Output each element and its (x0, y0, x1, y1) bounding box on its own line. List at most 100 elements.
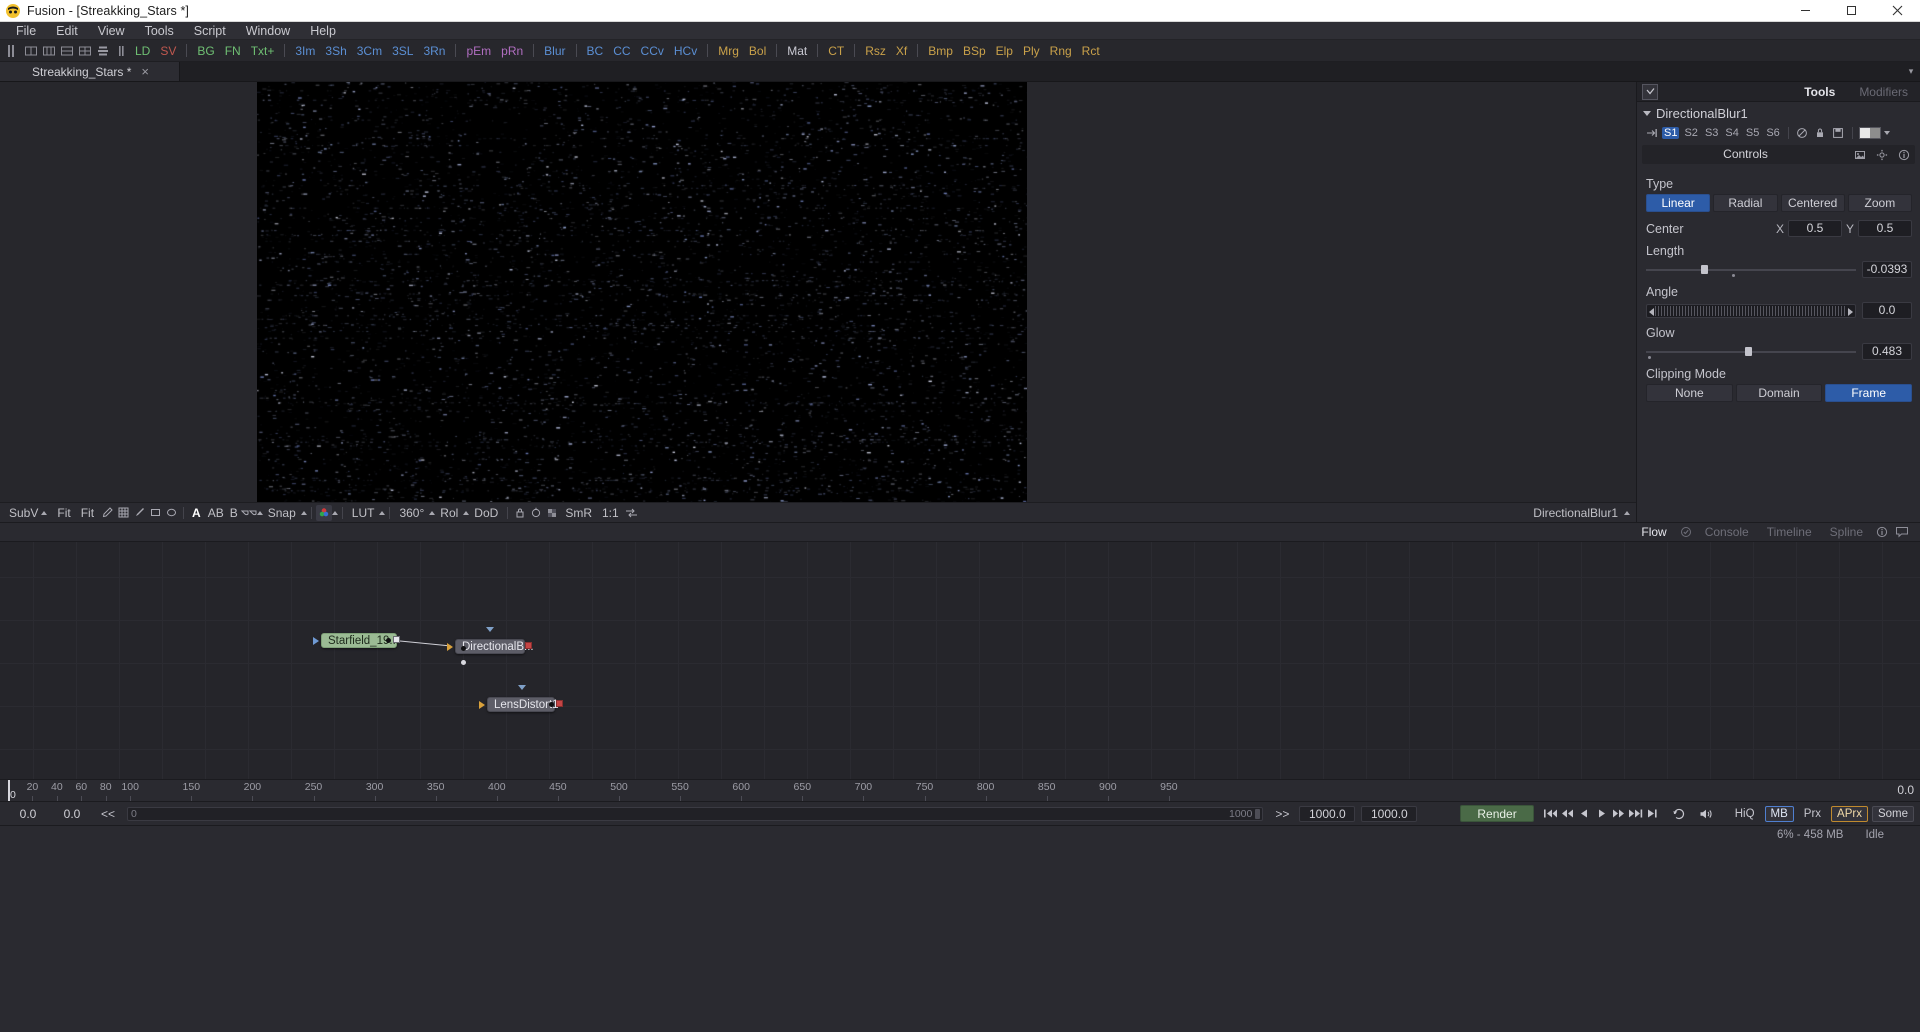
rect-mask-icon[interactable] (147, 505, 163, 521)
tab-modifiers[interactable]: Modifiers (1847, 82, 1920, 102)
next-keyframe-button[interactable]: >> (1268, 807, 1296, 821)
length-input[interactable]: -0.0393 (1862, 261, 1912, 278)
chevron-down-icon[interactable]: ▾ (1902, 62, 1920, 81)
maximize-icon[interactable] (1828, 0, 1874, 22)
fit-right-button[interactable]: Fit (76, 503, 99, 523)
ratio-button[interactable]: 1:1 (597, 503, 624, 523)
tool-button-bol[interactable]: Bol (744, 42, 771, 60)
tool-button-3im[interactable]: 3Im (290, 42, 320, 60)
center-y-input[interactable]: 0.5 (1858, 220, 1912, 237)
chevron-up-icon[interactable] (300, 510, 307, 515)
node-output-square[interactable] (393, 636, 400, 643)
save-icon[interactable] (1831, 125, 1846, 140)
tool-button-pem[interactable]: pEm (461, 42, 496, 60)
speaker-icon[interactable] (1698, 805, 1715, 823)
slider-handle[interactable] (1744, 347, 1752, 356)
tool-button-sv[interactable]: SV (155, 42, 181, 60)
menu-view[interactable]: View (88, 22, 135, 40)
deg360-button[interactable]: 360° (394, 503, 429, 523)
tool-button-bsp[interactable]: BSp (958, 42, 991, 60)
settings-image-icon[interactable] (1849, 149, 1871, 161)
menu-file[interactable]: File (6, 22, 46, 40)
tool-button-rct[interactable]: Rct (1077, 42, 1105, 60)
menu-window[interactable]: Window (236, 22, 300, 40)
tab-controls[interactable]: Controls (1642, 145, 1849, 164)
angle-input[interactable]: 0.0 (1862, 302, 1912, 319)
node-output-square[interactable] (525, 642, 532, 649)
glow-input[interactable]: 0.483 (1862, 343, 1912, 360)
node-color-chip[interactable] (1858, 126, 1881, 139)
tab-flow[interactable]: Flow (1632, 522, 1675, 542)
stereo-glasses-icon[interactable] (240, 505, 257, 521)
info-icon[interactable] (1893, 149, 1915, 161)
tool-button-cc[interactable]: CC (608, 42, 635, 60)
tool-button-blur[interactable]: Blur (539, 42, 570, 60)
console-check-icon[interactable] (1676, 526, 1696, 538)
split-q-icon[interactable] (76, 42, 94, 60)
menu-edit[interactable]: Edit (46, 22, 88, 40)
tool-button-ply[interactable]: Ply (1018, 42, 1045, 60)
starfield-image[interactable] (257, 82, 1027, 502)
state-button-s4[interactable]: S4 (1723, 127, 1740, 139)
rewind-icon[interactable] (1559, 805, 1576, 823)
lock-icon[interactable] (512, 505, 528, 521)
brush-icon[interactable] (131, 505, 147, 521)
tool-button-ld[interactable]: LD (130, 42, 155, 60)
minimize-icon[interactable] (1782, 0, 1828, 22)
length-slider[interactable] (1646, 261, 1856, 278)
in-point-value[interactable]: 0.0 (6, 807, 50, 821)
tool-button-fn[interactable]: FN (220, 42, 246, 60)
node-view-triangle[interactable] (518, 685, 526, 690)
subview-button[interactable]: SubV (4, 503, 52, 523)
glow-slider[interactable] (1646, 343, 1856, 360)
tool-button-3sl[interactable]: 3SL (387, 42, 418, 60)
hiq-toggle[interactable]: HiQ (1729, 806, 1761, 822)
type-option-radial[interactable]: Radial (1713, 194, 1778, 212)
timeline-ruler[interactable]: 0 0.0 20 40 60 80 100 150 200 250 300 350 400 450 50… (0, 780, 1920, 802)
tab-spline[interactable]: Spline (1821, 522, 1872, 542)
chevron-right-icon[interactable] (1848, 307, 1853, 316)
buffer-ab-button[interactable]: AB (205, 503, 227, 523)
chevron-down-icon[interactable] (1643, 111, 1651, 116)
prx-toggle[interactable]: Prx (1798, 806, 1827, 822)
clipping-option-none[interactable]: None (1646, 384, 1733, 402)
dual-view-icon[interactable] (22, 42, 40, 60)
disable-icon[interactable] (1795, 125, 1810, 140)
center-x-input[interactable]: 0.5 (1787, 220, 1842, 237)
state-button-s2[interactable]: S2 (1682, 127, 1699, 139)
snap-button[interactable]: Snap (263, 503, 301, 523)
tab-tools[interactable]: Tools (1792, 82, 1847, 102)
compare-icon[interactable] (624, 505, 640, 521)
smr-button[interactable]: SmR (560, 503, 597, 523)
gear-icon[interactable] (1871, 149, 1893, 161)
tool-button-rsz[interactable]: Rsz (860, 42, 891, 60)
chevron-left-icon[interactable] (1649, 307, 1654, 316)
node-view-triangle[interactable] (486, 627, 494, 632)
tool-button-3rn[interactable]: 3Rn (418, 42, 450, 60)
last-frame-icon[interactable] (1644, 805, 1661, 823)
checker-icon[interactable] (544, 505, 560, 521)
split-h-icon[interactable] (58, 42, 76, 60)
play-icon[interactable] (1593, 805, 1610, 823)
node-flow-canvas[interactable]: Starfield_19... DirectionalB... LensDist… (0, 542, 1920, 780)
pipette-icon[interactable] (99, 505, 115, 521)
buffer-a-button[interactable]: A (188, 503, 205, 523)
tool-button-hcv[interactable]: HCv (669, 42, 702, 60)
tool-button-bmp[interactable]: Bmp (923, 42, 958, 60)
close-icon[interactable]: × (141, 65, 149, 78)
node-input-arrow[interactable] (313, 637, 319, 645)
range-track[interactable]: 0 1000 (127, 806, 1264, 821)
clipping-option-frame[interactable]: Frame (1825, 384, 1913, 402)
render-button[interactable]: Render (1460, 805, 1534, 822)
prev-keyframe-button[interactable]: << (94, 807, 122, 821)
stack-icon[interactable] (94, 42, 112, 60)
global-start-input[interactable]: 1000.0 (1299, 805, 1356, 822)
show-controls-icon[interactable] (528, 505, 544, 521)
tool-button-mrg[interactable]: Mrg (713, 42, 744, 60)
aprx-toggle[interactable]: APrx (1831, 805, 1868, 822)
node-output-square[interactable] (556, 700, 563, 707)
dod-button[interactable]: DoD (469, 503, 503, 523)
tab-console[interactable]: Console (1696, 522, 1758, 542)
chevron-up-icon[interactable] (1624, 510, 1630, 515)
bar-icon[interactable] (112, 42, 130, 60)
